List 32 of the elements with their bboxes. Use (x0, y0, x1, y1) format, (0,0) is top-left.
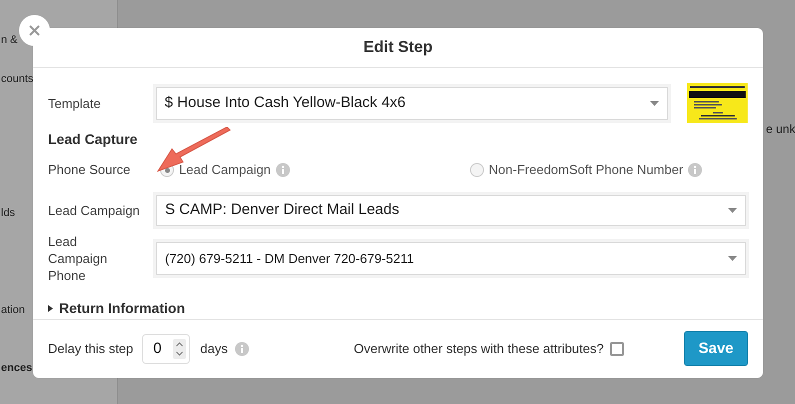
field-label: Lead Campaign (48, 202, 141, 220)
sidebar-item[interactable]: ation (1, 302, 25, 318)
phone-select[interactable]: (720) 679-5211 - DM Denver 720-679-5211 (156, 242, 746, 275)
caret-icon (728, 208, 737, 213)
info-icon[interactable] (276, 163, 290, 178)
sidebar-item[interactable]: n & (1, 32, 18, 48)
close-icon (29, 25, 40, 36)
unit-label: days (200, 340, 228, 358)
section-heading: Lead Capture (48, 130, 138, 150)
number-field[interactable]: 0 (142, 334, 190, 364)
checkbox[interactable] (610, 342, 624, 356)
radio-label[interactable]: Non-FreedomSoft Phone Number (488, 160, 684, 180)
caret-icon (650, 100, 660, 106)
field-label: Delay this step (48, 340, 134, 358)
info-icon[interactable] (688, 163, 702, 178)
spinner-icon[interactable] (173, 338, 186, 359)
info-icon[interactable] (234, 342, 249, 356)
template-select[interactable]: $ House Into Cash Yellow-Black 4x6 (156, 86, 668, 120)
field-label: Phone Source (48, 161, 132, 180)
section-toggle[interactable]: Return Information (48, 298, 185, 319)
checkbox-label[interactable]: Overwrite other steps with these attributes? (354, 339, 604, 359)
dialog-title: Edit Step (363, 38, 433, 58)
sidebar-item[interactable]: lds (1, 205, 16, 222)
sidebar-item[interactable]: ences (1, 360, 32, 376)
caret-icon (728, 256, 737, 261)
page-text: e unk (766, 121, 795, 138)
campaign-select[interactable]: S CAMP: Denver Direct Mail Leads (156, 194, 746, 226)
radio-button[interactable] (470, 163, 484, 178)
sidebar-item[interactable]: counts (1, 70, 34, 87)
field-label: Template (48, 94, 102, 113)
radio-label[interactable]: Lead Campaign (179, 160, 271, 180)
field-label: Lead Campaign Phone (48, 232, 108, 284)
